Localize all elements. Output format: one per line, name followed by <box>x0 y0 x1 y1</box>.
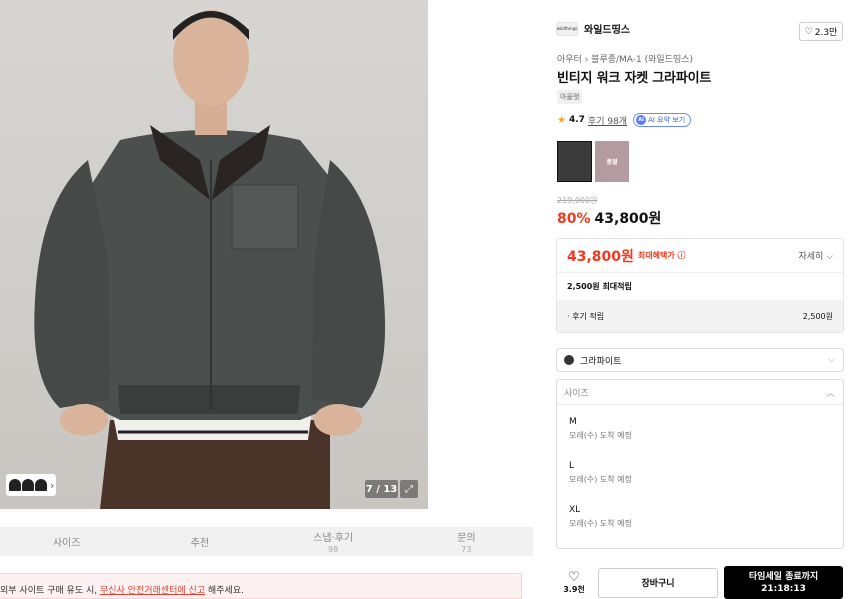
benefit-detail-toggle[interactable]: 자세히 ⌵ <box>798 249 833 262</box>
thumbnail-icon <box>22 479 34 491</box>
review-points-row: · 후기 적립 2,500원 <box>557 300 843 332</box>
delivery-eta: 모레(수) 도착 예정 <box>569 519 632 528</box>
rating-row: ★ 4.7 후기 98개 AI AI 요약 보기 <box>557 113 692 127</box>
size-label: L <box>569 461 575 471</box>
review-points-value: 2,500원 <box>802 311 833 321</box>
chevron-right-icon: › <box>50 478 55 492</box>
tab-label: 스냅·후기 <box>313 533 354 544</box>
color-select-value: 그라파이트 <box>580 356 622 367</box>
ai-icon: AI <box>636 115 647 125</box>
breadcrumb[interactable]: 아우터 › 블루종/MA-1 (와일드띵스) <box>557 52 693 65</box>
size-option-m[interactable]: M 모레(수) 도착 예정 <box>557 405 843 449</box>
delivery-eta: 모레(수) 도착 예정 <box>569 475 632 484</box>
purchase-bar: ♡ 3.9천 장바구니 타임세일 종료까지 21:18:13 <box>556 566 846 599</box>
notice-prefix: 외부 사이트 구매 유도 시, <box>0 586 100 596</box>
size-select-header[interactable]: 사이즈 ︿ <box>557 380 843 405</box>
product-info-panel: wildthings 와일드띵스 ♡ 2.3만 아우터 › 블루종/MA-1 (… <box>544 10 850 599</box>
sale-price: 43,800원 <box>594 211 662 227</box>
sale-timer: 21:18:13 <box>761 583 806 594</box>
outlet-tag: 아울렛 <box>557 90 583 104</box>
detail-tabs: 사이즈 추천 스냅·후기 98 문의 73 <box>0 527 533 556</box>
original-price: 219,000원 <box>557 196 598 205</box>
discount-rate: 80% <box>557 211 591 227</box>
sold-out-overlay: 품절 <box>595 141 629 182</box>
review-points-label: · 후기 적립 <box>567 311 605 321</box>
model-photo <box>34 10 386 509</box>
report-link[interactable]: 무신사 안전거래센터에 신고 <box>100 586 205 596</box>
image-counter: 7 / 13 <box>365 480 398 498</box>
brand-logo: wildthings <box>556 21 578 36</box>
heart-icon: ♡ <box>568 569 580 585</box>
safety-notice: 외부 사이트 구매 유도 시, 무신사 안전거래센터에 신고 해주세요. <box>0 573 522 599</box>
color-swatch-graphite[interactable] <box>557 141 592 182</box>
buy-button[interactable]: 타임세일 종료까지 21:18:13 <box>724 566 843 599</box>
size-select: 사이즈 ︿ M 모레(수) 도착 예정 L 모레(수) 도착 예정 XL 모레(… <box>556 379 844 549</box>
chevron-up-icon: ︿ <box>825 388 835 399</box>
product-title: 빈티지 워크 자켓 그라파이트 <box>557 71 712 86</box>
tab-label: 사이즈 <box>52 538 81 549</box>
tab-count: 98 <box>328 545 339 554</box>
add-to-cart-button[interactable]: 장바구니 <box>598 567 718 598</box>
size-option-xl[interactable]: XL 모레(수) 도착 예정 <box>557 493 843 537</box>
expand-icon[interactable]: ⤢ <box>400 480 418 498</box>
buy-button-label: 타임세일 종료까지 <box>748 571 819 582</box>
max-benefit-price: 43,800원 <box>567 248 634 265</box>
rating-score: 4.7 <box>568 115 585 125</box>
size-select-label: 사이즈 <box>564 388 589 399</box>
heart-icon: ♡ <box>804 26 813 37</box>
thumbnail-strip[interactable]: › <box>6 474 56 496</box>
tab-recommend[interactable]: 추천 <box>133 527 266 556</box>
chevron-down-icon: ⌵ <box>828 355 835 365</box>
color-dot-icon <box>564 355 574 365</box>
star-icon: ★ <box>557 114 566 126</box>
review-link[interactable]: 후기 98개 <box>588 114 627 127</box>
tab-inquiry[interactable]: 문의 73 <box>400 527 533 556</box>
benefit-header: 43,800원 최대혜택가 ⓘ 자세히 ⌵ <box>557 239 843 272</box>
delivery-eta: 모레(수) 도착 예정 <box>569 431 632 440</box>
notice-suffix: 해주세요. <box>205 586 244 596</box>
product-image[interactable]: › 7 / 13 ⤢ <box>0 0 428 509</box>
tab-size[interactable]: 사이즈 <box>0 527 133 556</box>
tab-reviews[interactable]: 스냅·후기 98 <box>267 527 400 556</box>
sale-price-row: 80% 43,800원 <box>557 208 661 228</box>
size-label: M <box>569 417 577 427</box>
brand-name[interactable]: 와일드띵스 <box>584 21 630 36</box>
benefit-box: 43,800원 최대혜택가 ⓘ 자세히 ⌵ 2,500원 최대적립 · 후기 적… <box>556 238 844 333</box>
tab-label: 추천 <box>190 538 210 549</box>
thumbnail-icon <box>35 479 47 491</box>
ai-summary-button[interactable]: AI AI 요약 보기 <box>633 113 692 127</box>
color-swatch-burgundy[interactable]: 품절 <box>595 141 629 182</box>
product-like-count: 3.9천 <box>563 584 585 594</box>
thumbnail-icon <box>9 479 21 491</box>
size-label: XL <box>569 505 581 515</box>
like-count: 2.3만 <box>814 28 838 38</box>
tab-count: 73 <box>461 545 472 554</box>
size-option-l[interactable]: L 모레(수) 도착 예정 <box>557 449 843 493</box>
color-select[interactable]: 그라파이트 ⌵ <box>556 348 844 372</box>
brand-like-button[interactable]: ♡ 2.3만 <box>799 22 843 41</box>
brand-row[interactable]: wildthings 와일드띵스 <box>556 21 630 36</box>
tab-label: 문의 <box>457 533 476 544</box>
max-benefit-label[interactable]: 최대혜택가 ⓘ <box>638 250 686 261</box>
ai-summary-label: AI 요약 보기 <box>648 116 686 124</box>
max-points: 2,500원 최대적립 <box>557 272 843 300</box>
product-like-button[interactable]: ♡ 3.9천 <box>556 571 592 595</box>
